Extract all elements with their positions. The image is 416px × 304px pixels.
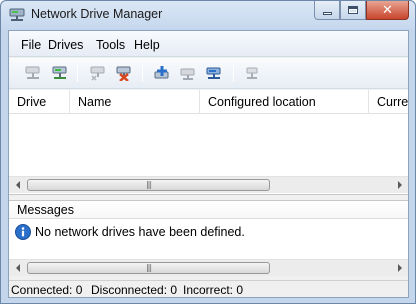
disconnect-all-icon (116, 66, 131, 81)
drive-properties-icon (246, 67, 258, 79)
toolbar-separator (142, 64, 143, 82)
scroll-right-button[interactable] (391, 177, 408, 193)
caption-buttons: ✕ (314, 1, 409, 20)
status-bar: Connected: 0 Disconnected: 0 Incorrect: … (9, 280, 408, 297)
status-incorrect: Incorrect: 0 (183, 283, 244, 297)
info-icon (15, 224, 31, 240)
disconnect-all-button[interactable] (113, 63, 135, 83)
messages-pane: Messages No network drives have been def… (9, 200, 408, 276)
menu-tools[interactable]: Tools (96, 38, 125, 52)
close-icon: ✕ (382, 2, 393, 18)
scroll-right-button[interactable] (391, 260, 408, 276)
status-disconnected: Disconnected: 0 (91, 283, 178, 297)
minimize-button[interactable] (314, 1, 340, 20)
maximize-icon (348, 6, 358, 14)
drives-horizontal-scrollbar[interactable]: ||| (9, 176, 408, 193)
menu-file[interactable]: File (21, 38, 41, 52)
column-header-current[interactable]: Curre (369, 90, 408, 114)
scrollbar-thumb[interactable]: ||| (27, 262, 270, 274)
menu-bar: File Drives Tools Help (9, 31, 408, 57)
scroll-left-button[interactable] (9, 260, 26, 276)
menu-help[interactable]: Help (134, 38, 160, 52)
drive-properties-button[interactable] (241, 63, 263, 83)
title-bar[interactable]: Network Drive Manager ✕ (1, 1, 415, 29)
remove-drive-button[interactable] (177, 63, 199, 83)
message-item: No network drives have been defined. (15, 223, 245, 241)
drives-table[interactable]: Drive Name Configured location Curre ||| (9, 90, 408, 195)
edit-drive-button[interactable] (203, 63, 225, 83)
add-drive-icon (154, 66, 169, 79)
maximize-button[interactable] (340, 1, 366, 20)
column-header-configured-location[interactable]: Configured location (200, 90, 369, 114)
arrow-right-icon (397, 264, 402, 272)
grip-icon: ||| (145, 263, 152, 272)
arrow-left-icon (15, 181, 20, 189)
add-drive-button[interactable] (151, 63, 173, 83)
scrollbar-thumb[interactable]: ||| (27, 179, 270, 191)
connect-all-button[interactable] (49, 63, 71, 83)
remove-drive-icon (180, 68, 195, 80)
edit-drive-icon (206, 67, 221, 79)
arrow-right-icon (397, 181, 402, 189)
toolbar-separator (233, 64, 234, 82)
arrow-left-icon (15, 264, 20, 272)
close-button[interactable]: ✕ (366, 1, 409, 20)
app-window: Network Drive Manager ✕ File Drives Tool… (0, 0, 416, 304)
column-header-name[interactable]: Name (70, 90, 200, 114)
messages-header: Messages (9, 201, 408, 219)
connect-all-icon (52, 66, 67, 79)
minimize-icon (322, 11, 332, 15)
message-text: No network drives have been defined. (35, 225, 245, 239)
client-area: File Drives Tools Help Drive Name Config… (8, 30, 409, 298)
grip-icon: ||| (145, 180, 152, 189)
connect-drive-icon (25, 66, 40, 79)
disconnect-drive-icon (90, 66, 105, 81)
toolbar (9, 58, 408, 89)
toolbar-separator (77, 64, 78, 82)
table-header: Drive Name Configured location Curre (9, 90, 408, 114)
messages-horizontal-scrollbar[interactable]: ||| (9, 259, 408, 276)
status-connected: Connected: 0 (11, 283, 83, 297)
connect-drive-button[interactable] (22, 63, 44, 83)
scroll-left-button[interactable] (9, 177, 26, 193)
menu-drives[interactable]: Drives (48, 38, 83, 52)
column-header-drive[interactable]: Drive (9, 90, 70, 114)
disconnect-drive-button[interactable] (87, 63, 109, 83)
network-drive-icon (9, 7, 25, 23)
window-title: Network Drive Manager (31, 7, 163, 21)
